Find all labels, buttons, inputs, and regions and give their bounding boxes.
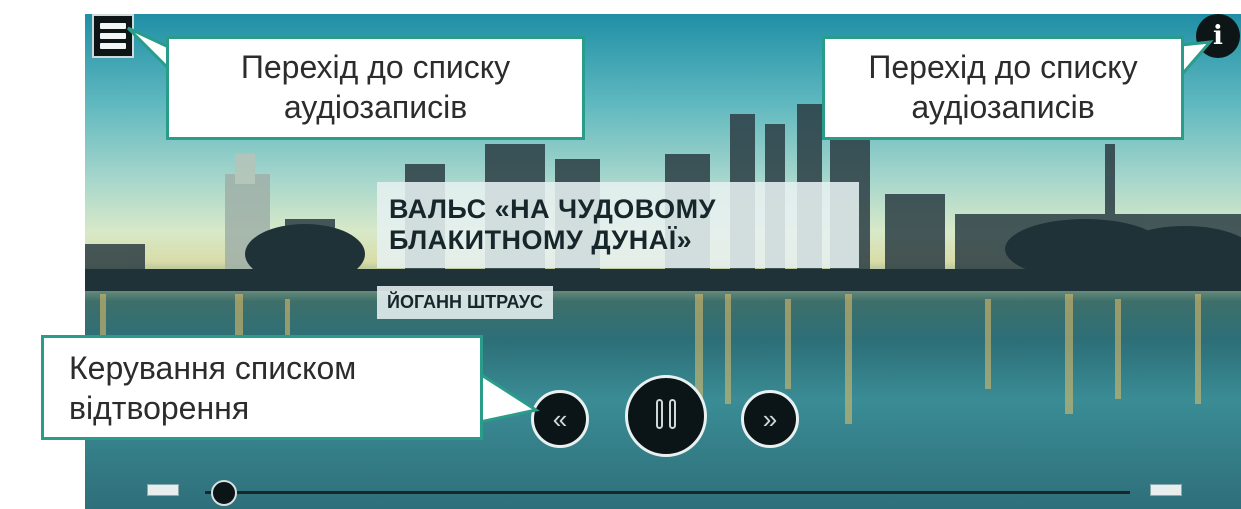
track-artist: ЙОГАНН ШТРАУС — [377, 286, 554, 319]
callout-info: Перехід до списку аудіозаписів — [822, 36, 1184, 140]
progress-track[interactable] — [205, 491, 1130, 494]
pause-icon — [653, 398, 679, 434]
play-pause-button[interactable] — [625, 375, 707, 457]
progress-handle[interactable] — [210, 480, 237, 506]
callout-playlist: Керування списком відтворення — [41, 335, 483, 440]
previous-icon: « — [552, 403, 568, 434]
elapsed-time — [147, 484, 179, 496]
next-icon: » — [762, 403, 778, 434]
callout-menu: Перехід до списку аудіозаписів — [166, 36, 585, 140]
total-time — [1150, 484, 1182, 496]
track-title: ВАЛЬС «НА ЧУДОВОМУ БЛАКИТНОМУ ДУНАЇ» — [377, 182, 859, 268]
callout-pointer — [478, 371, 540, 424]
next-button[interactable]: » — [741, 390, 799, 448]
